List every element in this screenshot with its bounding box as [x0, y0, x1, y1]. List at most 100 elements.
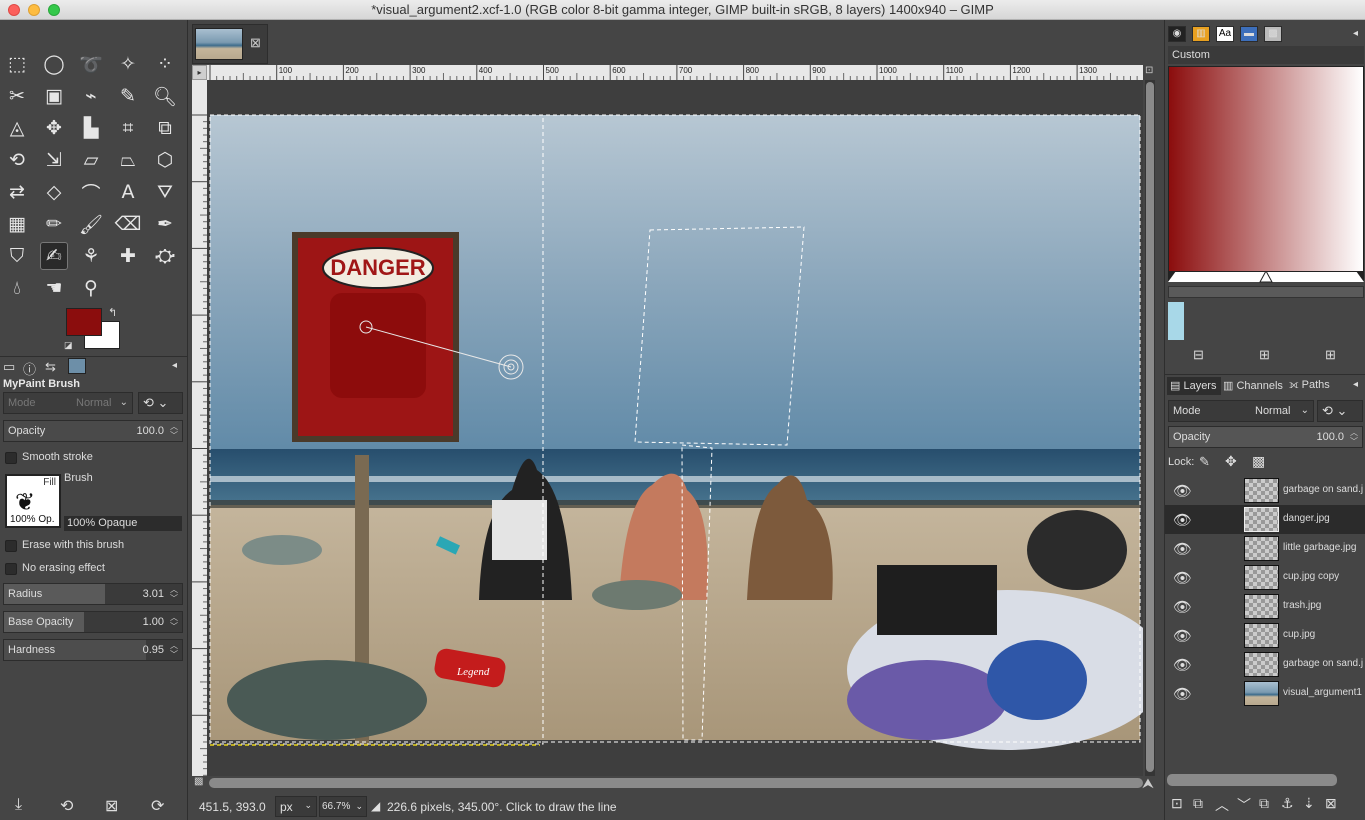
visibility-eye-icon[interactable]: 👁︎ [1173, 511, 1192, 529]
free-select-icon[interactable]: ➰ [77, 50, 105, 78]
horizontal-ruler[interactable]: 100 200 300 400 500 600 700 800 900 1000 1100 1200 1… [207, 65, 1143, 80]
warp-transform-icon[interactable]: ⇄ [3, 178, 31, 206]
zoom-out-icon[interactable]: ⊟ [1193, 347, 1204, 363]
pencil-icon[interactable]: ✏ [40, 210, 68, 238]
by-color-select-icon[interactable]: ⁘ [151, 50, 179, 78]
zoom-icon[interactable]: 🔍︎ [151, 82, 179, 110]
canvas-viewport[interactable]: DANGER Legend [207, 80, 1143, 776]
gradient-stops[interactable] [1168, 271, 1364, 283]
delete-tool-preset-icon[interactable]: ⊠ [105, 796, 118, 816]
tab-layers[interactable]: ▤ Layers [1167, 377, 1221, 395]
dodge-burn-icon[interactable]: ⚲ [77, 274, 105, 302]
new-layer-icon[interactable]: ⊡ [1171, 795, 1183, 812]
color-swatch[interactable] [1168, 302, 1184, 340]
blur-sharpen-icon[interactable]: 💧︎ [3, 274, 31, 302]
perspective-clone-icon[interactable]: ⛮ [151, 242, 179, 270]
visibility-eye-icon[interactable]: 👁︎ [1173, 540, 1192, 558]
lock-position-icon[interactable]: ✥ [1225, 453, 1237, 470]
handle-transform-icon[interactable]: ◇ [40, 178, 68, 206]
save-tool-preset-icon[interactable]: ⤓ [15, 796, 22, 814]
spin-arrows-icon[interactable]: ︿ ﹀ [168, 641, 180, 659]
unified-transform-icon[interactable]: ⧉ [151, 114, 179, 142]
3d-transform-icon[interactable]: ⬡ [151, 146, 179, 174]
cage-transform-icon[interactable]: ⌒ [77, 178, 105, 206]
layer-row[interactable]: 👁︎ garbage on sand.j [1165, 650, 1365, 679]
patterns-tab-icon[interactable]: ▥ [1192, 26, 1210, 42]
horizontal-scrollbar[interactable] [209, 778, 1143, 788]
visibility-eye-icon[interactable]: 👁︎ [1173, 656, 1192, 674]
mypaint-brush-icon[interactable]: ✍ [40, 242, 68, 270]
spin-arrows-icon[interactable]: ︿ ﹀ [168, 422, 180, 440]
measure-icon[interactable]: ◬ [3, 114, 31, 142]
merge-down-icon[interactable]: ⇣ [1303, 795, 1315, 812]
color-picker-icon[interactable]: ✎ [114, 82, 142, 110]
brush-preview[interactable]: Fill ❦ 100% Op. [5, 474, 61, 528]
foreground-color-swatch[interactable] [66, 308, 102, 336]
align-icon[interactable]: ▙ [77, 114, 105, 142]
restore-tool-preset-icon[interactable]: ⟲ [60, 796, 73, 816]
heal-icon[interactable]: ✚ [114, 242, 142, 270]
layer-row[interactable]: 👁︎ little garbage.jpg [1165, 534, 1365, 563]
crop-icon[interactable]: ⌗ [114, 114, 142, 142]
tab-channels[interactable]: ▥ Channels [1223, 379, 1283, 392]
lower-layer-icon[interactable]: ﹀ [1237, 795, 1251, 815]
spin-arrows-icon[interactable]: ︿ ﹀ [168, 613, 180, 631]
eraser-icon[interactable]: ⌫ [114, 210, 142, 238]
base-opacity-slider[interactable]: Base Opacity 1.00 ︿ ﹀ [3, 611, 183, 633]
visibility-eye-icon[interactable]: 👁︎ [1173, 627, 1192, 645]
fuzzy-select-icon[interactable]: ✧ [114, 50, 142, 78]
image-tab[interactable]: ⊠ [192, 24, 268, 64]
tool-options-tab-icon[interactable]: ▭ [3, 359, 15, 375]
close-window-button[interactable] [8, 4, 20, 16]
shear-icon[interactable]: ▱ [77, 146, 105, 174]
layer-row[interactable]: 👁︎ visual_argument1 [1165, 679, 1365, 708]
zoom-all-icon[interactable]: ⊞ [1325, 347, 1336, 363]
airbrush-icon[interactable]: ✒ [151, 210, 179, 238]
zoom-select[interactable]: 66.7% ⌄ [319, 796, 367, 817]
device-status-tab-icon[interactable]: ⓘ [23, 359, 36, 378]
rotate-icon[interactable]: ⟲ [3, 146, 31, 174]
mode-select[interactable]: Mode Normal ⌄ [3, 392, 133, 414]
layers-menu-icon[interactable]: ◂ [1353, 379, 1358, 390]
bucket-fill-icon[interactable]: ⛛ [151, 178, 179, 206]
spin-arrows-icon[interactable]: ︿ ﹀ [1348, 428, 1360, 446]
undo-history-tab-icon[interactable]: ⇆ [45, 359, 56, 375]
gradient-preview[interactable] [1168, 66, 1364, 272]
default-colors-icon[interactable]: ◪ [64, 340, 73, 351]
layer-mode-select[interactable]: Mode Normal ⌄ [1168, 400, 1314, 422]
navigate-icon[interactable]: ⮝ [1142, 775, 1154, 792]
zoom-in-icon[interactable]: ⊞ [1259, 347, 1270, 363]
gradients-tab-icon[interactable]: ▬ [1240, 26, 1258, 42]
ellipse-select-icon[interactable]: ◯ [40, 50, 68, 78]
gradient-scrollbar[interactable] [1168, 286, 1364, 298]
layer-row[interactable]: 👁︎ cup.jpg copy [1165, 563, 1365, 592]
gradient-icon[interactable]: ▦ [3, 210, 31, 238]
rect-select-icon[interactable]: ⬚ [3, 50, 31, 78]
smooth-stroke-checkbox[interactable] [5, 452, 17, 464]
erase-with-brush-checkbox[interactable] [5, 540, 17, 552]
zoom-lock-icon[interactable]: ⊡ [1145, 65, 1153, 76]
foreground-select-icon[interactable]: ▣ [40, 82, 68, 110]
no-erasing-checkbox[interactable] [5, 563, 17, 575]
visibility-eye-icon[interactable]: 👁︎ [1173, 598, 1192, 616]
reset-tool-options-icon[interactable]: ⟳ [151, 796, 164, 816]
tab-paths[interactable]: ⟗ Paths [1289, 379, 1330, 392]
lock-alpha-icon[interactable]: ▩ [1252, 453, 1265, 470]
layer-row[interactable]: 👁︎ danger.jpg [1165, 505, 1365, 534]
lock-pixels-icon[interactable]: ✎ [1199, 454, 1210, 470]
visibility-eye-icon[interactable]: 👁︎ [1173, 482, 1192, 500]
new-layer-group-icon[interactable]: ⧉ [1193, 795, 1203, 812]
brushes-tab-icon[interactable]: ◉ [1168, 26, 1186, 42]
spin-arrows-icon[interactable]: ︿ ﹀ [168, 585, 180, 603]
layer-mode-reset[interactable]: ⟲ ⌄ [1317, 400, 1363, 422]
close-image-tab-icon[interactable]: ⊠ [250, 35, 261, 51]
opacity-slider[interactable]: Opacity 100.0 ︿ ﹀ [3, 420, 183, 442]
minimize-window-button[interactable] [28, 4, 40, 16]
ink-icon[interactable]: ⛉ [3, 242, 31, 270]
image-canvas[interactable]: DANGER Legend [207, 80, 1143, 776]
move-icon[interactable]: ✥ [40, 114, 68, 142]
clone-icon[interactable]: ⚘ [77, 242, 105, 270]
dock-menu-icon[interactable]: ◂ [1353, 28, 1358, 39]
fonts-tab-icon[interactable]: Aa [1216, 26, 1234, 42]
images-tab-icon[interactable] [68, 358, 86, 374]
